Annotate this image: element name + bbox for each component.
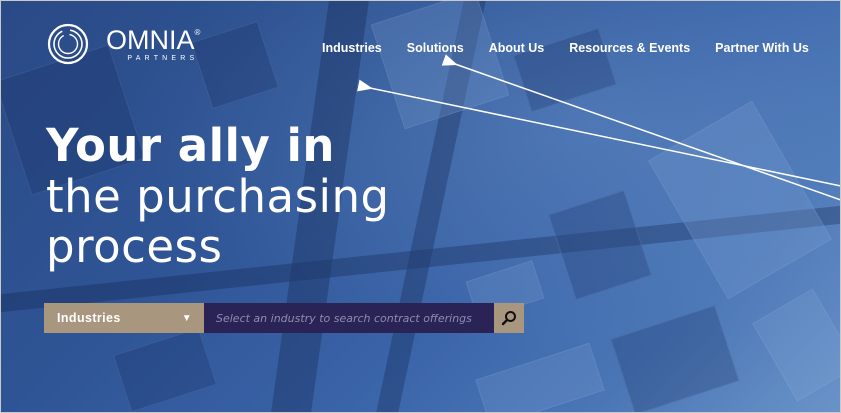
- registered-mark: ®: [194, 27, 201, 37]
- nav-industries[interactable]: Industries: [322, 41, 382, 55]
- hero-headline: Your ally in the purchasing process: [46, 120, 390, 272]
- nav-resources-events[interactable]: Resources & Events: [569, 41, 690, 55]
- headline-line-3: process: [46, 220, 223, 273]
- industry-dropdown-label: Industries: [57, 311, 121, 325]
- brand-name: OMNIA: [106, 24, 195, 55]
- headline-line-1: Your ally in: [46, 119, 335, 172]
- caret-down-icon: ▼: [181, 312, 192, 324]
- industry-dropdown[interactable]: Industries ▼: [44, 303, 204, 333]
- industry-search-bar: Industries ▼: [44, 303, 524, 333]
- main-nav: Industries Solutions About Us Resources …: [322, 41, 809, 55]
- search-icon: [501, 311, 516, 326]
- brand-subtitle: PARTNERS: [127, 54, 199, 62]
- nav-about-us[interactable]: About Us: [489, 41, 545, 55]
- nav-solutions[interactable]: Solutions: [407, 41, 464, 55]
- search-button[interactable]: [494, 303, 524, 333]
- hero-section: OMNIA® PARTNERS Industries Solutions Abo…: [0, 0, 841, 413]
- headline-line-2: the purchasing: [46, 170, 390, 223]
- industry-search-input[interactable]: [204, 303, 494, 333]
- omnia-ring-icon: [47, 23, 89, 65]
- nav-partner-with-us[interactable]: Partner With Us: [715, 41, 809, 55]
- omnia-partners-logo[interactable]: OMNIA® PARTNERS: [44, 22, 200, 66]
